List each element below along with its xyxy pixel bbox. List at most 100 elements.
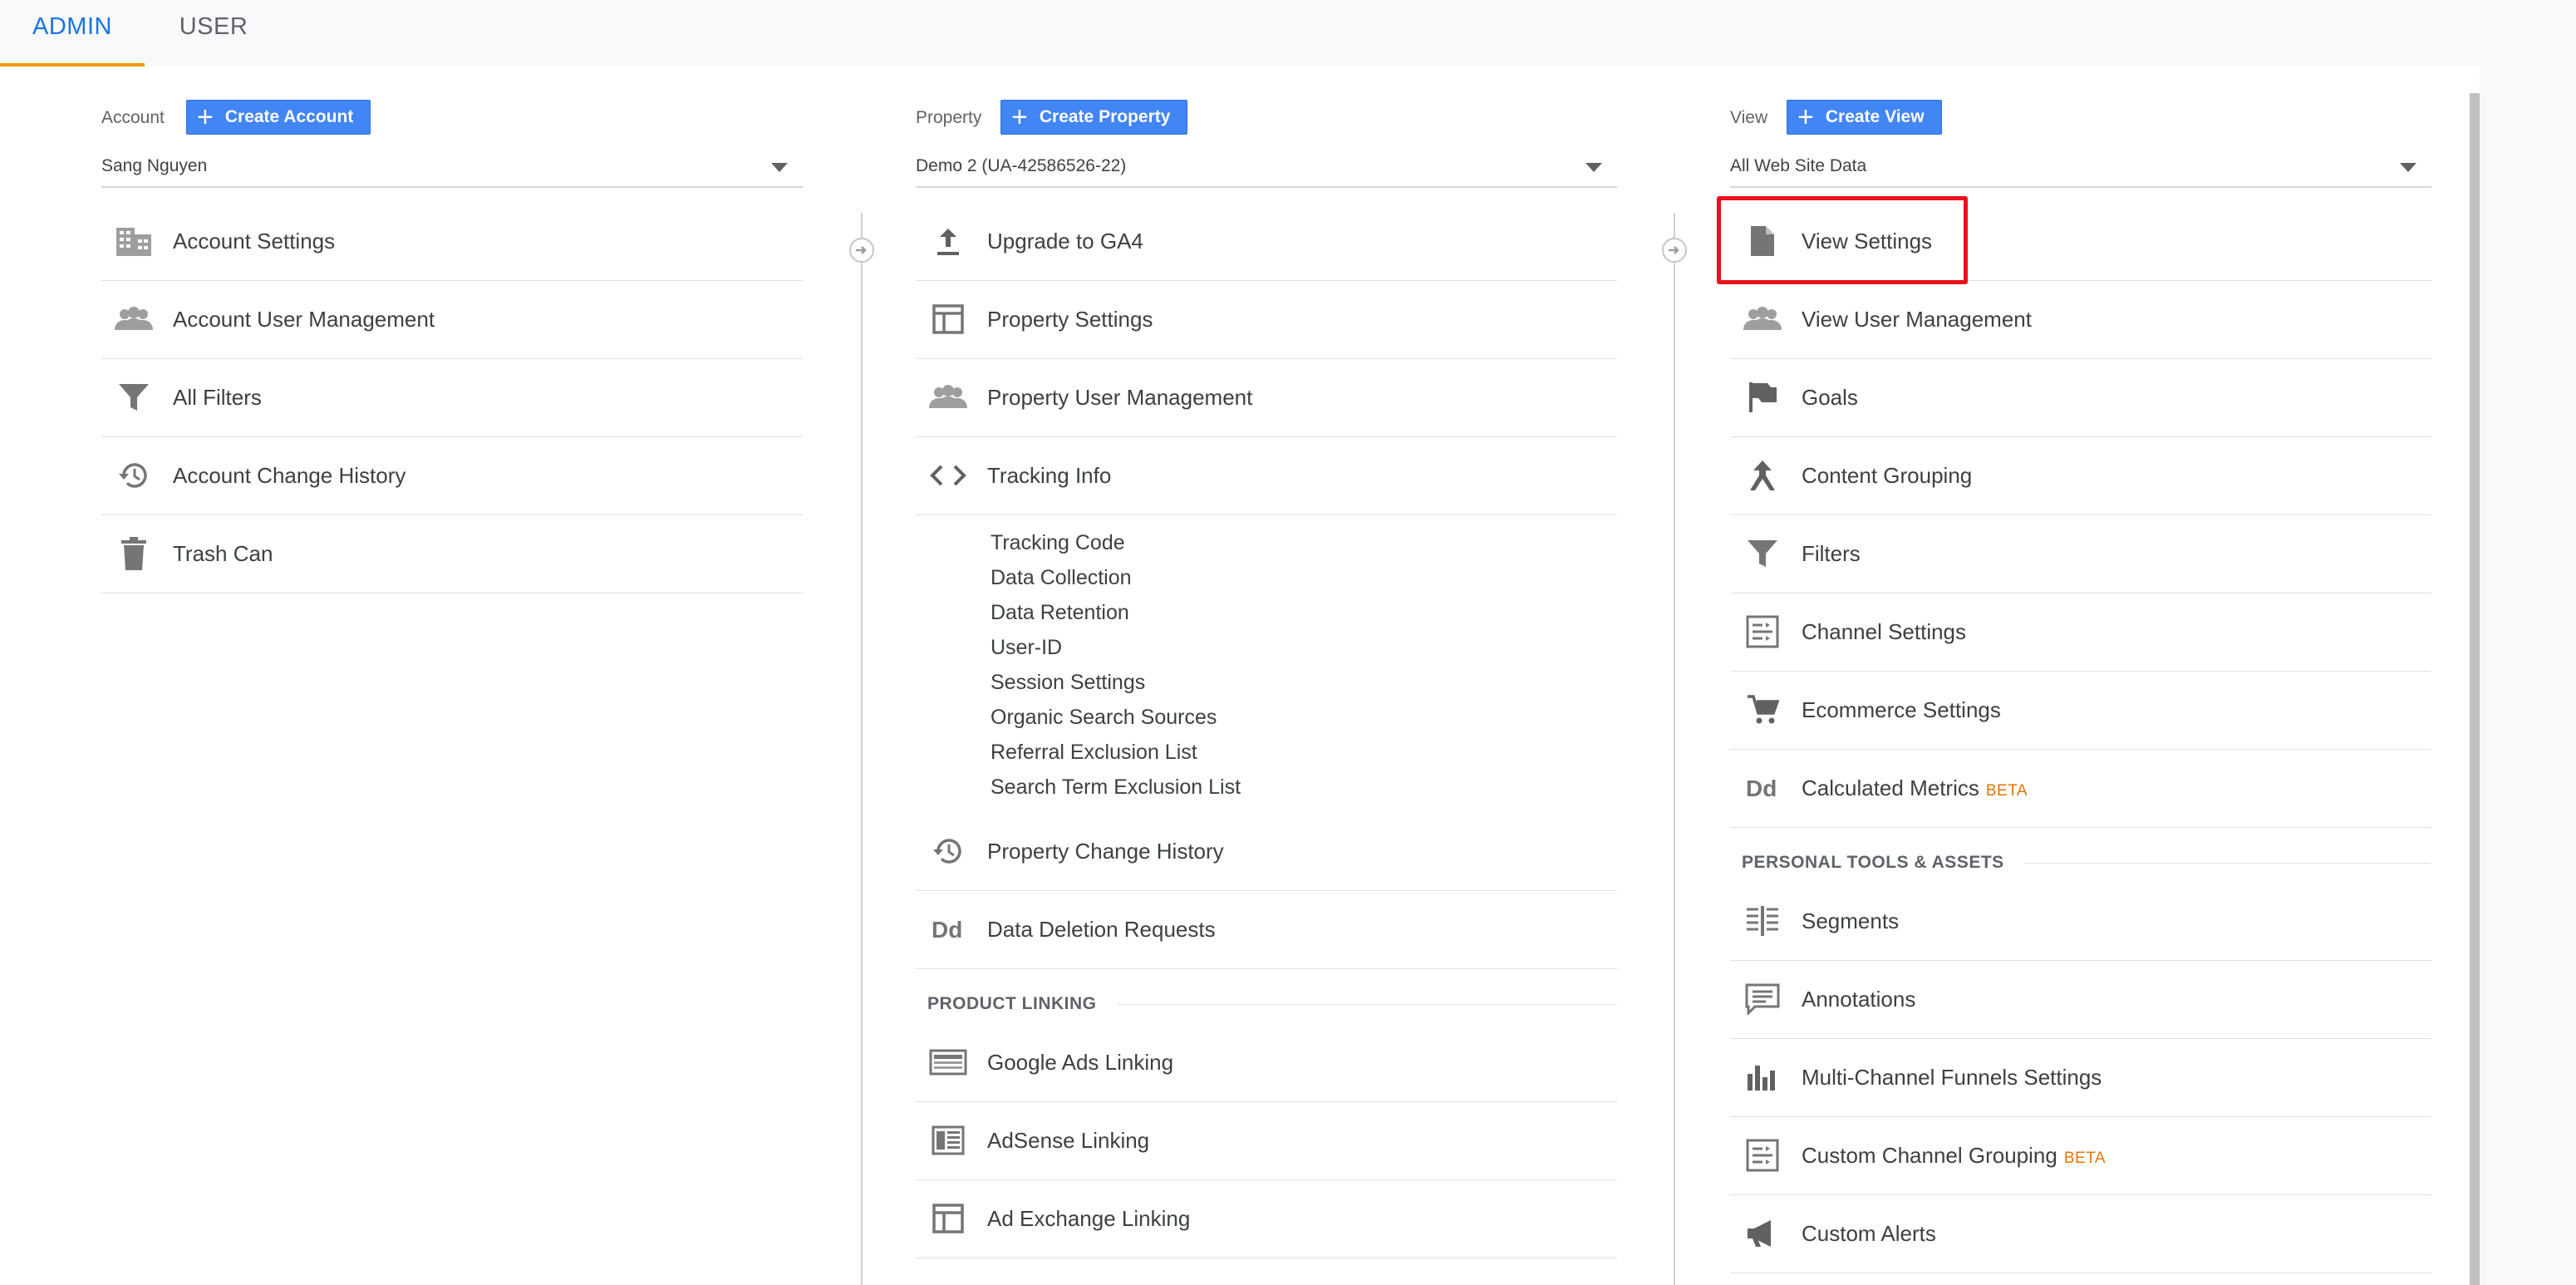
tracking-code-link[interactable]: Tracking Code — [916, 525, 1617, 560]
upgrade-to-ga4-label: Upgrade to GA4 — [987, 229, 1143, 254]
tracking-info-label: Tracking Info — [987, 463, 1112, 488]
svg-text:Dd: Dd — [1746, 775, 1777, 800]
property-selected-value: Demo 2 (UA-42586526-22) — [916, 156, 1127, 175]
scrollbar[interactable] — [2470, 93, 2480, 1285]
dropdown-caret-icon — [771, 163, 788, 172]
annotations-item[interactable]: Annotations — [1730, 961, 2431, 1039]
property-column: Property + Create Property Demo 2 (UA-42… — [916, 100, 1617, 1258]
beta-badge: BETA — [1985, 782, 2028, 800]
content-grouping-item[interactable]: Content Grouping — [1730, 437, 2431, 515]
dropdown-caret-icon — [1585, 163, 1602, 172]
calculated-metrics-item[interactable]: Dd Calculated Metrics BETA — [1730, 750, 2431, 828]
account-header: Account + Create Account — [101, 100, 803, 136]
property-header: Property + Create Property — [916, 100, 1617, 136]
goals-label: Goals — [1802, 385, 1858, 410]
user-id-link[interactable]: User-ID — [916, 630, 1617, 665]
tab-admin-label: ADMIN — [32, 13, 112, 40]
ad-exchange-linking-item[interactable]: Ad Exchange Linking — [916, 1180, 1617, 1258]
property-label: Property — [916, 108, 982, 127]
property-selector[interactable]: Demo 2 (UA-42586526-22) — [916, 148, 1617, 188]
create-property-label: Create Property — [1039, 107, 1171, 126]
create-property-button[interactable]: + Create Property — [1000, 100, 1188, 135]
segments-label: Segments — [1802, 908, 1900, 933]
all-filters-label: All Filters — [173, 385, 262, 410]
personal-tools-section: PERSONAL TOOLS & ASSETS — [1730, 846, 2431, 883]
custom-channel-grouping-text: Custom Channel Grouping — [1802, 1143, 2057, 1168]
channel-icon — [1743, 1139, 1782, 1172]
megaphone-icon — [1743, 1217, 1782, 1250]
session-settings-link[interactable]: Session Settings — [916, 665, 1617, 700]
upgrade-to-ga4-item[interactable]: Upgrade to GA4 — [916, 203, 1617, 281]
account-column: Account + Create Account Sang Nguyen Acc… — [101, 100, 803, 593]
account-selector[interactable]: Sang Nguyen — [101, 148, 803, 188]
multi-channel-funnels-settings-item[interactable]: Multi-Channel Funnels Settings — [1730, 1039, 2431, 1117]
people-icon — [929, 381, 967, 414]
organic-search-sources-link[interactable]: Organic Search Sources — [916, 700, 1617, 735]
account-settings-item[interactable]: Account Settings — [101, 203, 803, 281]
view-selector[interactable]: All Web Site Data — [1730, 148, 2431, 188]
property-change-history-item[interactable]: Property Change History — [916, 813, 1617, 891]
filters-item[interactable]: Filters — [1730, 515, 2431, 593]
ad-exchange-linking-label: Ad Exchange Linking — [987, 1206, 1191, 1231]
goals-item[interactable]: Goals — [1730, 359, 2431, 437]
property-change-history-label: Property Change History — [987, 839, 1224, 864]
view-label: View — [1730, 108, 1768, 127]
document-icon — [1743, 224, 1782, 258]
tab-user[interactable]: USER — [145, 0, 283, 66]
account-user-management-label: Account User Management — [173, 307, 435, 332]
view-menu: View Settings View User Management Goals… — [1730, 203, 2431, 1273]
filter-icon — [115, 381, 153, 414]
layout-icon — [929, 303, 967, 336]
account-change-history-label: Account Change History — [173, 463, 406, 488]
ecommerce-settings-label: Ecommerce Settings — [1802, 697, 2001, 722]
flag-icon — [1743, 381, 1782, 414]
create-account-button[interactable]: + Create Account — [186, 100, 371, 135]
adsense-linking-item[interactable]: AdSense Linking — [916, 1102, 1617, 1180]
view-user-management-item[interactable]: View User Management — [1730, 281, 2431, 359]
history-icon — [115, 459, 153, 492]
product-linking-heading: PRODUCT LINKING — [927, 994, 1117, 1014]
admin-tabs: ADMIN USER — [0, 0, 2576, 66]
account-user-management-item[interactable]: Account User Management — [101, 281, 803, 359]
custom-channel-grouping-item[interactable]: Custom Channel Grouping BETA — [1730, 1117, 2431, 1195]
adsense-linking-label: AdSense Linking — [987, 1128, 1150, 1153]
trash-can-item[interactable]: Trash Can — [101, 515, 803, 593]
personal-tools-heading: PERSONAL TOOLS & ASSETS — [1742, 853, 2024, 873]
product-linking-section: PRODUCT LINKING — [916, 987, 1617, 1024]
channel-settings-item[interactable]: Channel Settings — [1730, 593, 2431, 672]
data-retention-link[interactable]: Data Retention — [916, 595, 1617, 630]
property-settings-item[interactable]: Property Settings — [916, 281, 1617, 359]
search-term-exclusion-list-link[interactable]: Search Term Exclusion List — [916, 770, 1617, 805]
upload-icon — [929, 224, 967, 258]
annotations-label: Annotations — [1802, 987, 1916, 1012]
calculated-metrics-text: Calculated Metrics — [1802, 775, 1979, 800]
custom-channel-grouping-label: Custom Channel Grouping BETA — [1802, 1143, 2106, 1169]
ecommerce-settings-item[interactable]: Ecommerce Settings — [1730, 672, 2431, 750]
beta-badge: BETA — [2063, 1150, 2107, 1167]
referral-exclusion-list-link[interactable]: Referral Exclusion List — [916, 735, 1617, 770]
plus-icon: + — [1797, 101, 1814, 133]
account-label: Account — [101, 108, 165, 127]
history-icon — [929, 835, 967, 868]
view-settings-label: View Settings — [1802, 229, 1933, 254]
annotation-icon — [1743, 982, 1782, 1016]
account-change-history-item[interactable]: Account Change History — [101, 437, 803, 515]
custom-alerts-item[interactable]: Custom Alerts — [1730, 1195, 2431, 1273]
cart-icon — [1743, 693, 1782, 726]
property-user-management-item[interactable]: Property User Management — [916, 359, 1617, 437]
data-collection-link[interactable]: Data Collection — [916, 560, 1617, 595]
create-view-button[interactable]: + Create View — [1787, 100, 1942, 135]
google-ads-linking-item[interactable]: Google Ads Linking — [916, 1024, 1617, 1102]
google-ads-linking-label: Google Ads Linking — [987, 1050, 1174, 1075]
multi-channel-funnels-settings-label: Multi-Channel Funnels Settings — [1802, 1065, 2102, 1090]
view-settings-item[interactable]: View Settings — [1730, 203, 2431, 281]
data-deletion-requests-label: Data Deletion Requests — [987, 917, 1216, 942]
all-filters-item[interactable]: All Filters — [101, 359, 803, 437]
property-menu: Upgrade to GA4 Property Settings Propert… — [916, 203, 1617, 1258]
tracking-info-item[interactable]: Tracking Info — [916, 437, 1617, 515]
calculated-metrics-label: Calculated Metrics BETA — [1802, 775, 2028, 801]
tab-admin[interactable]: ADMIN — [0, 0, 145, 66]
segments-item[interactable]: Segments — [1730, 883, 2431, 961]
data-deletion-requests-item[interactable]: Dd Data Deletion Requests — [916, 891, 1617, 969]
code-icon — [929, 459, 967, 492]
